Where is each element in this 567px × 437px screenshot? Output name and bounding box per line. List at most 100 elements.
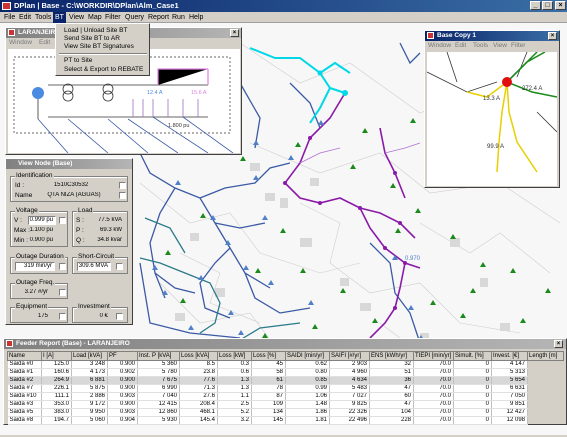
- table-cell: 0: [453, 408, 492, 417]
- menu-filter[interactable]: Filter: [103, 12, 123, 23]
- base-copy-menu-edit[interactable]: Edit: [455, 41, 466, 51]
- table-cell: 12 415: [137, 400, 180, 409]
- table-cell: 6 990: [137, 384, 180, 393]
- base-copy-window[interactable]: Base Copy 1 × Window Edit Tools View Fil…: [424, 30, 560, 188]
- base-copy-menu-view[interactable]: View: [493, 41, 507, 51]
- table-cell: 12 427: [491, 408, 528, 417]
- short-circuit-checkbox[interactable]: [116, 263, 123, 270]
- column-header[interactable]: Inst. P [kVA]: [137, 351, 180, 361]
- column-header[interactable]: ENS [kWh/yr]: [369, 351, 414, 361]
- column-header[interactable]: PF: [107, 351, 138, 361]
- table-cell: 1.06: [285, 392, 330, 401]
- column-header[interactable]: Invest. [€]: [491, 351, 528, 361]
- table-cell: 70.0: [413, 408, 454, 417]
- table-cell: 70.0: [413, 400, 454, 409]
- table-cell: 5 483: [329, 384, 370, 393]
- table-cell: 0: [453, 384, 492, 393]
- column-header[interactable]: SAIFI [#/yr]: [329, 351, 370, 361]
- column-header[interactable]: SAIDI [min/yr]: [285, 351, 330, 361]
- feeder-report-close-button[interactable]: ×: [554, 340, 563, 348]
- menu-query[interactable]: Query: [123, 12, 146, 23]
- table-row[interactable]: Saida #1 160.6 4 173 0.902 5 780 23.8 0.6 58 0.8…: [7, 368, 564, 377]
- table-row[interactable]: Saida #7 226.1 5 875 0.900 6 990 71.3 1.3 78 0.9…: [7, 384, 564, 393]
- menu-run[interactable]: Run: [170, 12, 187, 23]
- table-cell: 27.6: [179, 392, 218, 401]
- view-node-window[interactable]: View Node (Base) Identification Id : 151…: [5, 158, 133, 325]
- menu-help[interactable]: Help: [187, 12, 205, 23]
- base-copy-menu-window[interactable]: Window: [428, 41, 451, 51]
- load-p-label: P :: [76, 227, 84, 234]
- outage-duration-group: Outage Duration 319 min/yr: [10, 253, 68, 274]
- menu-view[interactable]: View: [67, 12, 86, 23]
- schematic-menu-edit[interactable]: Edit: [39, 38, 50, 48]
- name-label: Name: [15, 192, 33, 199]
- feeder-report-window[interactable]: Feeder Report (Base) - LARANJEIRO × Name…: [3, 338, 567, 425]
- table-cell: 23.8: [179, 368, 218, 377]
- source-node-icon: [32, 87, 44, 99]
- schematic-current-label: 15.6 A: [191, 90, 207, 96]
- table-cell: 4 960: [329, 368, 370, 377]
- menu-report[interactable]: Report: [146, 12, 171, 23]
- table-row[interactable]: Saida #2 264.9 6 881 0.900 7 675 77.6 1.3 61 0.8…: [7, 376, 564, 385]
- menu-map[interactable]: Map: [86, 12, 104, 23]
- table-cell: 0.902: [107, 368, 138, 377]
- investment-checkbox[interactable]: [116, 313, 123, 320]
- equipment-checkbox[interactable]: [59, 313, 66, 320]
- column-header[interactable]: Loss [kVA]: [179, 351, 218, 361]
- menu-item-select-export-rebate[interactable]: Select & Export to REBATE: [64, 66, 143, 74]
- table-cell: 5 360: [137, 360, 180, 369]
- schematic-close-button[interactable]: ×: [230, 29, 239, 37]
- table-cell: 2 903: [329, 360, 370, 369]
- maximize-button[interactable]: □: [542, 1, 553, 10]
- column-header[interactable]: Loss [kW]: [217, 351, 252, 361]
- menu-item-load-unload-site-bt[interactable]: Load | Unload Site BT: [64, 27, 127, 35]
- menu-item-view-site-bt-signatures[interactable]: View Site BT Signatures: [64, 43, 134, 51]
- minimize-button[interactable]: _: [530, 1, 541, 10]
- menu-bt[interactable]: BT: [53, 12, 66, 23]
- table-cell: 0.903: [107, 392, 138, 401]
- voltage-checkbox[interactable]: [59, 217, 66, 224]
- base-copy-close-button[interactable]: ×: [548, 32, 557, 40]
- table-cell: 0: [453, 416, 492, 425]
- menu-edit[interactable]: Edit: [17, 12, 33, 23]
- base-copy-title-bar: Base Copy 1 ×: [425, 31, 559, 41]
- outage-freq-checkbox[interactable]: [59, 289, 66, 296]
- base-copy-menu-filter[interactable]: Filter: [511, 41, 525, 51]
- table-cell: 3 248: [71, 360, 108, 369]
- table-row[interactable]: Saida #3 353.0 9 172 0.900 12 415 208.4 2.5 109…: [7, 400, 564, 409]
- menu-bar: File Edit Tools BT View Map Filter Query…: [0, 12, 567, 23]
- table-row[interactable]: Saida #5 383.0 9 950 0.903 12 860 468.1 5.2 134…: [7, 408, 564, 417]
- table-header-row: Name I [A] Load [kVA] PF Inst. P [kVA] L…: [7, 351, 564, 361]
- menu-file[interactable]: File: [2, 12, 17, 23]
- base-copy-menu-tools[interactable]: Tools: [473, 41, 488, 51]
- column-header[interactable]: Simult. [%]: [453, 351, 492, 361]
- table-cell: 1.81: [285, 416, 330, 425]
- id-checkbox[interactable]: [119, 182, 126, 189]
- menu-item-send-site-bt[interactable]: Send Site BT to AR: [64, 35, 120, 43]
- view-node-title-bar: View Node (Base): [6, 159, 132, 169]
- column-header[interactable]: Loss [%]: [251, 351, 286, 361]
- table-row[interactable]: Saida #0 125.0 3 248 0.900 5 360 8.5 0.3 45 0.62…: [7, 360, 564, 369]
- name-value: QTA NIZA (AGUAS): [47, 192, 101, 198]
- table-row[interactable]: Saida #8 194.7 5 060 0.904 5 930 145.4 3.2 145 1…: [7, 416, 564, 425]
- schematic-menu-window[interactable]: Window: [9, 38, 32, 48]
- investment-group: Investment 0 €: [72, 303, 128, 323]
- column-header[interactable]: Length [m]: [527, 351, 564, 361]
- base-copy-title: Base Copy 1: [437, 32, 477, 39]
- column-header[interactable]: I [A]: [41, 351, 72, 361]
- table-cell: 5.2: [217, 408, 252, 417]
- id-value: 1510C30532: [53, 182, 89, 188]
- close-button[interactable]: ×: [555, 1, 566, 10]
- outage-duration-checkbox[interactable]: [59, 263, 66, 270]
- menu-item-pt-to-site[interactable]: PT to Site: [64, 57, 92, 65]
- table-cell: 87: [251, 392, 286, 401]
- feeder-name-cell: Saida #3: [7, 400, 42, 409]
- table-row[interactable]: Saida #10 111.1 2 886 0.903 7 040 27.6 1.1 87 1.…: [7, 392, 564, 401]
- name-checkbox[interactable]: [119, 192, 126, 199]
- menu-tools[interactable]: Tools: [33, 12, 53, 23]
- column-header[interactable]: Name: [7, 351, 42, 361]
- column-header[interactable]: Load [kVA]: [71, 351, 108, 361]
- app-icon: [2, 2, 11, 10]
- column-header[interactable]: TIEPI [min/yr]: [413, 351, 454, 361]
- voltage-min-label: Min :: [14, 237, 29, 244]
